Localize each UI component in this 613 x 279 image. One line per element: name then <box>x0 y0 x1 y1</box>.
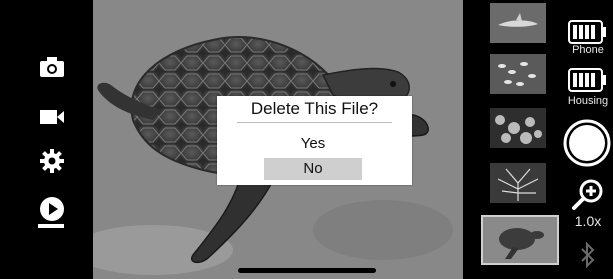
housing-battery-icon <box>568 68 606 92</box>
photo-mode-button[interactable] <box>36 51 68 83</box>
active-mode-indicator <box>38 224 64 228</box>
video-mode-button[interactable] <box>36 101 68 133</box>
thumbnail-coral-reef[interactable] <box>490 108 546 148</box>
gear-icon <box>40 149 64 173</box>
turtle-thumbnail-image <box>483 217 557 263</box>
phone-battery-label: Phone <box>572 44 604 56</box>
fish-thumbnail-image <box>490 54 546 94</box>
shutter-button[interactable] <box>563 119 611 167</box>
video-camera-icon <box>40 110 64 124</box>
camera-icon <box>40 57 64 77</box>
thumbnail-shark[interactable] <box>490 3 546 43</box>
thumbnail-school-of-fish[interactable] <box>490 54 546 94</box>
playback-mode-button[interactable] <box>36 193 68 225</box>
thumbnail-sea-fan[interactable] <box>490 163 546 203</box>
sea-fan-thumbnail-image <box>490 163 546 203</box>
mode-sidebar <box>0 0 93 279</box>
shark-thumbnail-image <box>490 3 546 43</box>
housing-battery-label: Housing <box>567 95 609 107</box>
thumbnail-sea-turtle[interactable] <box>481 215 559 265</box>
play-icon <box>40 197 64 221</box>
zoom-in-icon[interactable] <box>571 178 605 212</box>
thumbnail-gallery[interactable] <box>463 0 563 279</box>
camera-playback-screen: Delete This File? Yes No Phone Housing 1… <box>0 0 613 279</box>
no-option[interactable]: No <box>264 158 362 180</box>
dialog-divider <box>237 122 392 123</box>
status-sidebar: Phone Housing 1.0x <box>563 0 613 279</box>
yes-option[interactable]: Yes <box>264 133 362 155</box>
zoom-level-readout: 1.0x <box>574 213 602 229</box>
dialog-title: Delete This File? <box>250 99 379 118</box>
phone-battery-icon <box>568 20 606 44</box>
home-indicator[interactable] <box>238 268 376 273</box>
delete-file-dialog: Delete This File? Yes No <box>217 96 412 185</box>
bluetooth-icon <box>581 241 595 269</box>
settings-button[interactable] <box>36 145 68 177</box>
coral-thumbnail-image <box>490 108 546 148</box>
